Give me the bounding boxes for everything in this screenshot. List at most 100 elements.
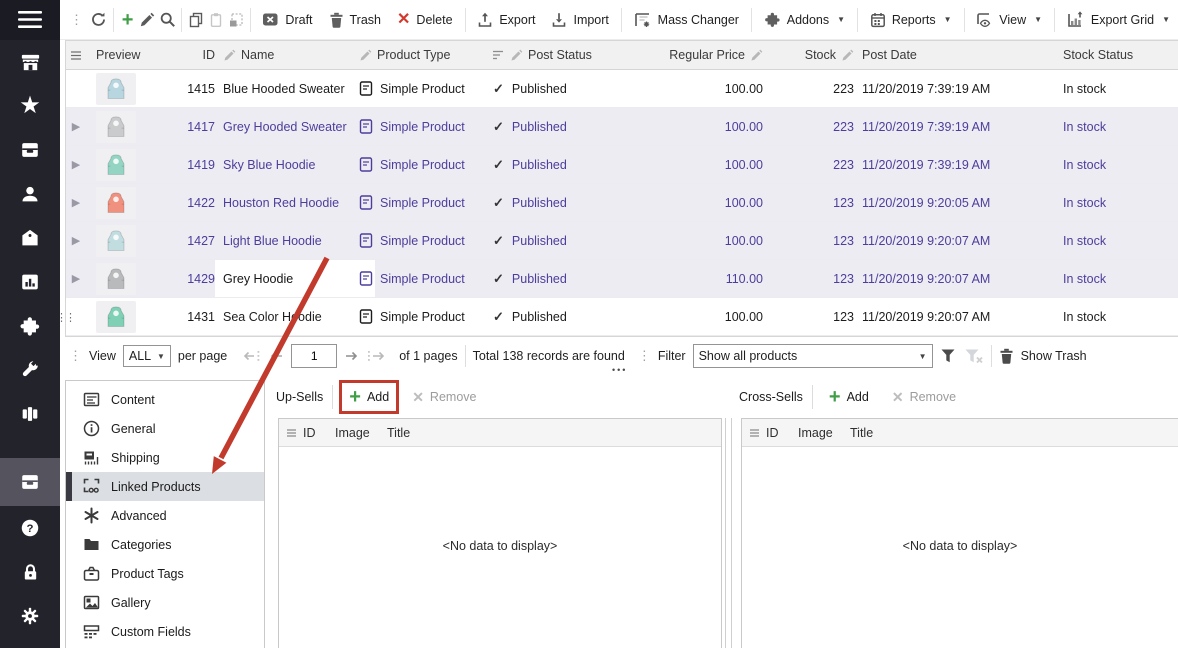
- product-row[interactable]: ▶ 1422 Houston Red Hoodie Simple Product…: [66, 184, 1178, 222]
- page-size-dropdown[interactable]: ALL▼: [123, 345, 171, 367]
- stock-qty[interactable]: 123: [773, 222, 856, 259]
- product-name[interactable]: Light Blue Hoodie: [215, 222, 351, 259]
- product-row[interactable]: ▶ 1419 Sky Blue Hoodie Simple Product ✓P…: [66, 146, 1178, 184]
- export-button[interactable]: Export: [469, 6, 543, 34]
- filter-grip[interactable]: ⋮: [638, 348, 651, 364]
- product-row[interactable]: ▶ 1429 Grey Hoodie Simple Product ✓Publi…: [66, 260, 1178, 298]
- column-header-stock-status[interactable]: Stock Status: [1031, 41, 1178, 69]
- panel-splitter[interactable]: [725, 418, 732, 648]
- tab-shipping[interactable]: Shipping: [66, 443, 264, 472]
- tab-content[interactable]: Content: [66, 385, 264, 414]
- collapse-splitter-grip[interactable]: •••: [612, 365, 627, 375]
- product-row[interactable]: ▶ 1431 Sea Color Hoodie Simple Product ✓…: [66, 298, 1178, 336]
- column-header-stock[interactable]: Stock: [773, 41, 856, 69]
- product-name[interactable]: Blue Hooded Sweater: [215, 70, 351, 107]
- sidebar-item-license[interactable]: [0, 550, 60, 594]
- refresh-button[interactable]: [89, 7, 109, 33]
- row-expander-icon[interactable]: ▶: [72, 158, 80, 171]
- row-expander-icon[interactable]: ▶: [72, 272, 80, 285]
- mass-changer-button[interactable]: Mass Changer: [626, 6, 747, 34]
- regular-price[interactable]: 100.00: [621, 184, 773, 221]
- tab-general[interactable]: General: [66, 414, 264, 443]
- draft-button[interactable]: Draft: [254, 6, 320, 34]
- product-row[interactable]: ▶ 1417 Grey Hooded Sweater Simple Produc…: [66, 108, 1178, 146]
- sidebar-item-storefront[interactable]: [0, 40, 60, 84]
- column-header-image[interactable]: Image: [335, 426, 387, 440]
- clear-filter-button[interactable]: [964, 348, 984, 364]
- column-header-post-date[interactable]: Post Date: [856, 41, 1031, 69]
- tab-custom-fields[interactable]: Custom Fields: [66, 617, 264, 646]
- toolbar-grip[interactable]: ⋮: [70, 12, 83, 28]
- sidebar-item-help[interactable]: ?: [0, 506, 60, 550]
- column-header-id[interactable]: ID: [181, 41, 215, 69]
- row-expander-icon[interactable]: ▶: [72, 120, 80, 133]
- paste-button[interactable]: [206, 7, 226, 33]
- regular-price[interactable]: 100.00: [621, 70, 773, 107]
- product-row[interactable]: ▶ 1415 Blue Hooded Sweater Simple Produc…: [66, 70, 1178, 108]
- import-button[interactable]: Import: [543, 6, 616, 34]
- upsells-add-button[interactable]: +Add: [342, 383, 396, 411]
- stock-qty[interactable]: 123: [773, 184, 856, 221]
- edit-button[interactable]: [138, 7, 158, 33]
- row-expander-icon[interactable]: ▶: [72, 196, 80, 209]
- stock-qty[interactable]: 223: [773, 70, 856, 107]
- product-row[interactable]: ▶ 1427 Light Blue Hoodie Simple Product …: [66, 222, 1178, 260]
- trash-button[interactable]: Trash: [321, 6, 390, 34]
- sidebar-item-shop[interactable]: [0, 216, 60, 260]
- column-header-id[interactable]: ID: [303, 426, 335, 440]
- page-number-input[interactable]: [291, 344, 337, 368]
- product-name[interactable]: Sky Blue Hoodie: [215, 146, 351, 183]
- export-grid-button[interactable]: Export Grid▼: [1059, 6, 1178, 34]
- column-header-preview[interactable]: Preview: [86, 41, 181, 69]
- crosssells-remove-button[interactable]: ✕Remove: [885, 386, 963, 408]
- hamburger-menu-button[interactable]: [0, 0, 60, 40]
- view-button[interactable]: View▼: [968, 6, 1050, 34]
- product-name[interactable]: Sea Color Hoodie: [215, 298, 351, 335]
- pager-grip[interactable]: ⋮: [69, 348, 82, 364]
- tab-linked-products[interactable]: Linked Products: [66, 472, 264, 501]
- paste-special-button[interactable]: [226, 7, 246, 33]
- column-header-title[interactable]: Title: [387, 426, 410, 440]
- tab-categories[interactable]: Categories: [66, 530, 264, 559]
- stock-qty[interactable]: 123: [773, 260, 856, 297]
- column-header-id[interactable]: ID: [766, 426, 798, 440]
- grid-header-menu[interactable]: [66, 41, 86, 69]
- regular-price[interactable]: 100.00: [621, 146, 773, 183]
- tab-gallery[interactable]: Gallery: [66, 588, 264, 617]
- apply-filter-button[interactable]: [940, 348, 957, 364]
- product-name[interactable]: Grey Hoodie: [215, 260, 351, 297]
- crosssells-add-button[interactable]: +Add: [822, 383, 876, 411]
- sidebar-item-views[interactable]: [0, 392, 60, 436]
- column-header-image[interactable]: Image: [798, 426, 850, 440]
- filter-dropdown[interactable]: Show all products▼: [693, 344, 933, 368]
- sidebar-item-orders[interactable]: [0, 458, 60, 506]
- regular-price[interactable]: 100.00: [621, 222, 773, 259]
- splitter-grip[interactable]: ⋮⋮: [56, 313, 74, 324]
- upsells-remove-button[interactable]: ✕Remove: [405, 386, 483, 408]
- column-header-name[interactable]: Name: [215, 41, 351, 69]
- copy-button[interactable]: [186, 7, 206, 33]
- column-header-regular-price[interactable]: Regular Price: [621, 41, 773, 69]
- regular-price[interactable]: 110.00: [621, 260, 773, 297]
- grid-menu-icon[interactable]: [742, 429, 766, 437]
- sidebar-item-customers[interactable]: [0, 172, 60, 216]
- stock-qty[interactable]: 223: [773, 146, 856, 183]
- grid-menu-icon[interactable]: [279, 429, 303, 437]
- regular-price[interactable]: 100.00: [621, 108, 773, 145]
- column-header-title[interactable]: Title: [850, 426, 873, 440]
- sidebar-item-archive[interactable]: [0, 128, 60, 172]
- tab-advanced[interactable]: Advanced: [66, 501, 264, 530]
- sidebar-item-addons[interactable]: [0, 304, 60, 348]
- addons-button[interactable]: Addons▼: [756, 6, 853, 34]
- show-trash-button[interactable]: [999, 348, 1014, 364]
- prev-page-button[interactable]: [269, 350, 284, 362]
- stock-qty[interactable]: 223: [773, 108, 856, 145]
- tab-product-tags[interactable]: Product Tags: [66, 559, 264, 588]
- sidebar-item-settings[interactable]: [0, 594, 60, 638]
- add-product-button[interactable]: +: [118, 7, 138, 33]
- product-name[interactable]: Grey Hooded Sweater: [215, 108, 351, 145]
- regular-price[interactable]: 100.00: [621, 298, 773, 335]
- next-page-button[interactable]: [344, 350, 359, 362]
- stock-qty[interactable]: 123: [773, 298, 856, 335]
- search-button[interactable]: [157, 7, 177, 33]
